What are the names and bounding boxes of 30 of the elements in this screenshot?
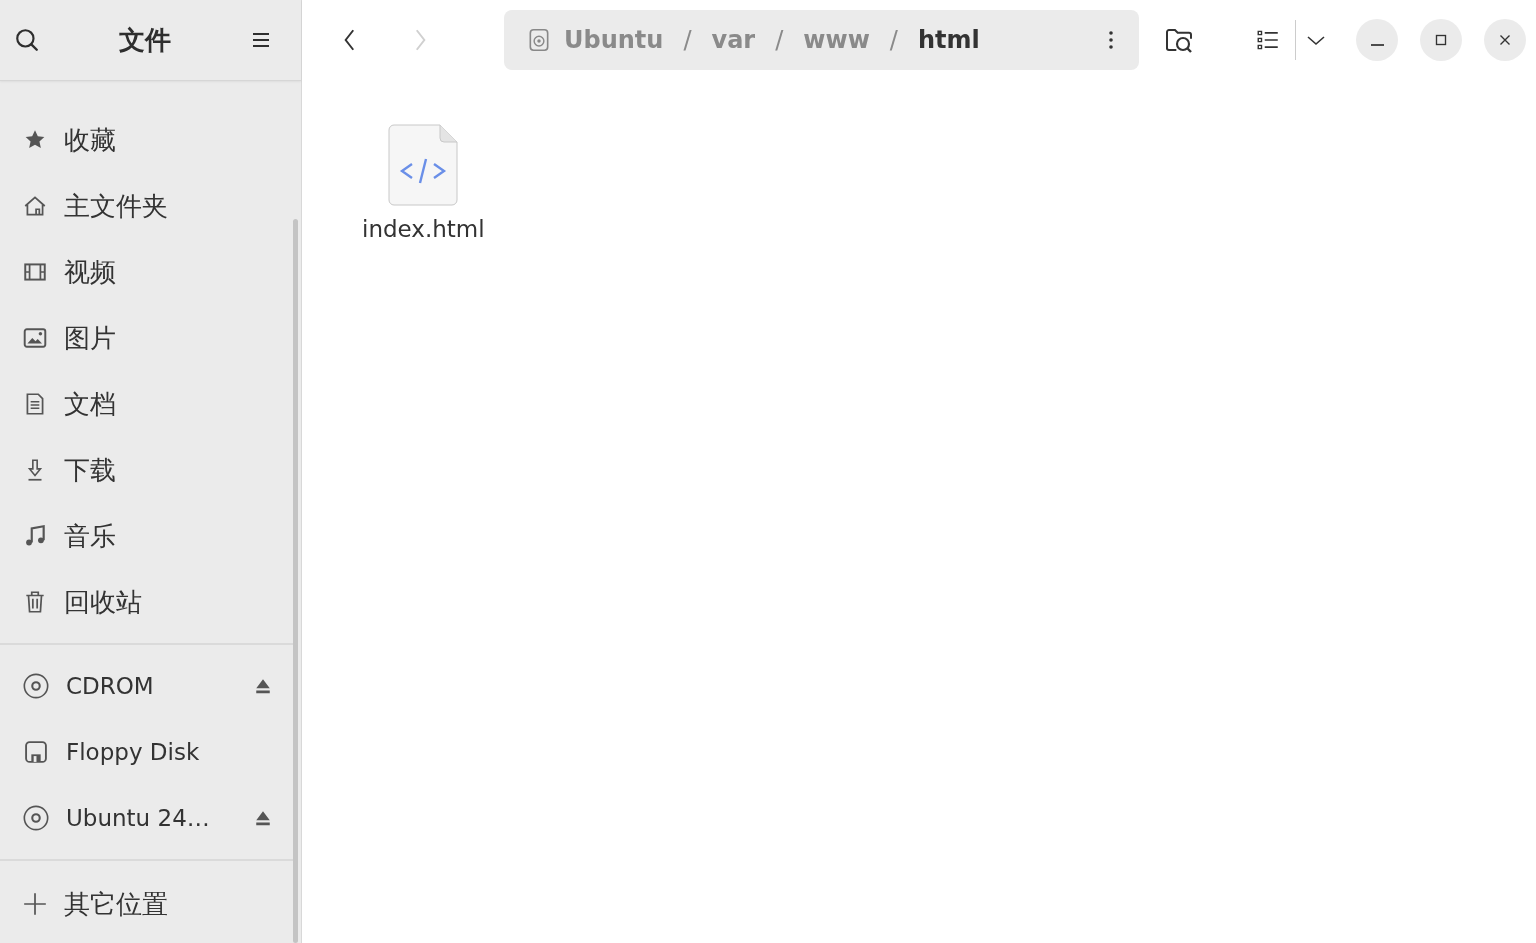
path-segment[interactable]: html <box>917 26 980 54</box>
app-title: 文件 <box>118 23 171 57</box>
path-separator: / <box>775 26 784 54</box>
sidebar-item[interactable]: 收藏 <box>0 107 293 173</box>
sidebar-item[interactable]: 音乐 <box>0 503 293 569</box>
sidebar-item[interactable]: Ubuntu 24… <box>0 785 293 851</box>
close-button[interactable] <box>1484 19 1526 61</box>
plus-icon <box>22 891 48 917</box>
sidebar-item[interactable]: 视频 <box>0 239 293 305</box>
sidebar-item[interactable]: 主文件夹 <box>0 173 293 239</box>
file-item[interactable]: index.html <box>362 124 485 242</box>
eject-icon[interactable] <box>254 809 272 827</box>
sidebar-item[interactable]: 回收站 <box>0 569 293 635</box>
search-icon[interactable] <box>14 27 40 53</box>
minimize-icon <box>1370 44 1384 46</box>
path-separator: / <box>889 26 898 54</box>
code-file-icon <box>388 124 459 206</box>
picture-icon <box>22 325 48 351</box>
sidebar-item[interactable]: 图片 <box>0 305 293 371</box>
scrollbar[interactable] <box>293 219 298 943</box>
sidebar-item[interactable]: 下载 <box>0 437 293 503</box>
sidebar-item[interactable]: CDROM <box>0 653 293 719</box>
sidebar-item[interactable]: 其它位置 <box>0 869 293 939</box>
sidebar-item[interactable]: 文档 <box>0 371 293 437</box>
disc-icon <box>22 804 50 832</box>
eject-icon[interactable] <box>254 677 272 695</box>
sidebar-item[interactable]: Floppy Disk <box>0 719 293 785</box>
disc-icon <box>22 672 50 700</box>
path-separator: / <box>683 26 692 54</box>
maximize-button[interactable] <box>1420 19 1462 61</box>
